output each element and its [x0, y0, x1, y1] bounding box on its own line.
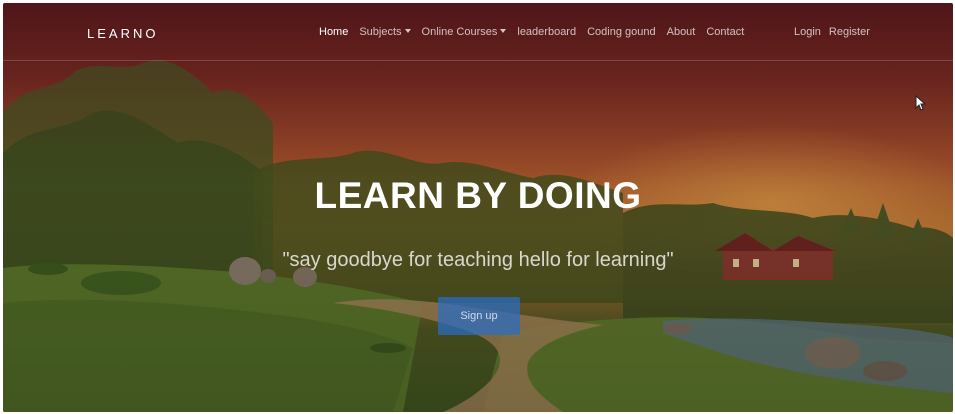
hero-subtitle: "say goodbye for teaching hello for lear…: [282, 249, 674, 271]
nav-item-subjects[interactable]: Subjects: [359, 26, 411, 38]
nav-item-online-courses[interactable]: Online Courses: [422, 26, 507, 38]
hero-title: LEARN BY DOING: [314, 175, 642, 216]
nav-item-label: About: [666, 26, 696, 38]
nav-item-home[interactable]: Home: [319, 26, 348, 38]
nav-item-label: Subjects: [359, 26, 402, 38]
signup-button[interactable]: Sign up: [438, 297, 520, 335]
nav-item-coding-ground[interactable]: Coding gound: [587, 26, 656, 38]
nav-item-label: Coding gound: [587, 26, 656, 38]
navbar: LEARNO Home Subjects Online Courses lead…: [3, 3, 953, 61]
nav-item-label: leaderboard: [517, 26, 577, 38]
nav-item-label: Contact: [706, 26, 745, 38]
nav-item-label: Home: [319, 26, 349, 38]
nav-item-contact[interactable]: Contact: [706, 26, 744, 38]
caret-down-icon: [500, 29, 507, 33]
nav-item-leaderboard[interactable]: leaderboard: [517, 26, 576, 38]
nav-item-about[interactable]: About: [667, 26, 696, 38]
caret-down-icon: [404, 29, 411, 33]
login-link[interactable]: Login: [794, 26, 821, 38]
nav-menu: Home Subjects Online Courses leaderboard…: [319, 26, 744, 38]
arrow-cursor-icon: [915, 95, 927, 111]
nav-item-label: Online Courses: [421, 26, 498, 38]
brand-logo[interactable]: LEARNO: [87, 26, 158, 41]
auth-menu: Login Register: [794, 26, 870, 38]
register-link[interactable]: Register: [829, 26, 870, 38]
page-frame: LEARNO Home Subjects Online Courses lead…: [3, 3, 953, 412]
